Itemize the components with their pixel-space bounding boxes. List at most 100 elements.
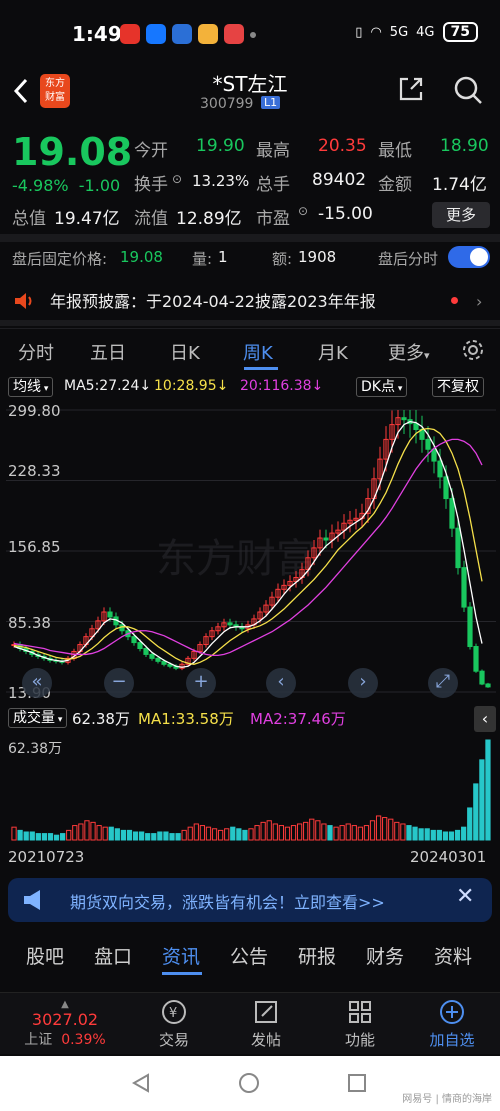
candle-body [323, 537, 329, 541]
tab-order-book[interactable]: 盘口 [94, 942, 132, 969]
index-ticker[interactable]: ▲ 3027.02 上证 0.39% [20, 999, 110, 1049]
share-icon[interactable] [396, 74, 426, 104]
candle-body [155, 657, 161, 662]
candlestick-chart[interactable]: 东方财富 [6, 402, 496, 698]
high-label: 最高 [256, 141, 290, 161]
y-tick-label: 85.38 [8, 614, 51, 632]
zoom-in-button[interactable]: + [186, 668, 216, 698]
nav-recents-icon[interactable] [346, 1072, 368, 1094]
amount-value: 1.74亿 [432, 175, 487, 195]
tab-announcements[interactable]: 公告 [230, 942, 268, 969]
float-cap-value: 12.89亿 [176, 209, 242, 229]
volume-bar [126, 829, 133, 841]
volume-bar [418, 828, 424, 841]
candle-body [425, 438, 431, 450]
volume-bar [211, 828, 218, 841]
divider [0, 234, 500, 242]
volume-bar [102, 826, 108, 841]
volume-bar [132, 831, 139, 841]
level-badge[interactable]: L1 [261, 96, 281, 109]
volume-bar [60, 833, 66, 841]
announcement-bar[interactable]: 年报预披露：于2024-04-22披露2023年年报 › [0, 282, 500, 318]
tab-intraday[interactable]: 分时 [18, 339, 54, 365]
status-bar: 1:49 ▯ ◠ 5G 4G 75 [0, 0, 500, 66]
dk-point-button[interactable]: DK点 ▾ [356, 377, 408, 397]
search-icon[interactable] [452, 74, 484, 106]
volume-bar [35, 833, 41, 841]
divider [0, 320, 500, 326]
active-tab-indicator [244, 367, 278, 370]
volume-bar [424, 828, 430, 841]
volume-bar [272, 823, 278, 841]
volume-bar [363, 825, 370, 841]
svg-text:¥: ¥ [169, 1006, 177, 1021]
info-icon[interactable]: ⊙ [172, 172, 182, 186]
change-amount: -1.00 [78, 176, 121, 195]
after-hours-price-label: 盘后固定价格: [12, 250, 108, 268]
after-hours-price: 19.08 [120, 248, 163, 266]
collapse-panel-button[interactable]: ‹ [474, 706, 496, 732]
tab-research[interactable]: 研报 [298, 942, 336, 969]
mkt-cap-value: 19.47亿 [54, 209, 120, 229]
scroll-left-button[interactable]: ‹ [266, 668, 296, 698]
volume-bar [108, 826, 114, 841]
tab-financials[interactable]: 财务 [366, 942, 404, 969]
nav-back-icon[interactable] [130, 1072, 152, 1094]
tab-weekly-k[interactable]: 周K [243, 339, 273, 365]
app-icon [172, 24, 192, 44]
zoom-out-button[interactable]: − [104, 668, 134, 698]
volume-chart[interactable] [6, 734, 496, 842]
close-icon[interactable]: ✕ [456, 884, 474, 909]
float-cap-label: 流值 [134, 209, 168, 229]
tab-profile[interactable]: 资料 [434, 942, 472, 969]
fullscreen-icon[interactable]: ⤢ [428, 668, 458, 698]
mkt-cap-label: 总值 [12, 209, 46, 229]
adjust-button[interactable]: 不复权 [432, 377, 484, 397]
add-watchlist-button[interactable]: 加自选 [422, 999, 482, 1050]
nav-home-icon[interactable] [238, 1072, 260, 1094]
indicator-selector[interactable]: 均线 ▾ [8, 377, 54, 397]
gear-icon[interactable] [460, 337, 486, 363]
after-hours-toggle[interactable] [448, 246, 490, 268]
chevron-right-icon: › [476, 292, 483, 311]
tab-news[interactable]: 资讯 [162, 942, 200, 969]
dynamic-info-icon[interactable]: ⊙ [298, 204, 308, 218]
volume-bar [345, 823, 351, 841]
tab-more[interactable]: 更多▾ [388, 339, 430, 365]
app-icon [224, 24, 244, 44]
scroll-right-button[interactable]: › [348, 668, 378, 698]
more-quote-button[interactable]: 更多 [432, 202, 490, 228]
volume-bar [406, 825, 412, 841]
functions-button[interactable]: 功能 [330, 999, 390, 1050]
trade-button[interactable]: ¥ 交易 [144, 999, 204, 1050]
turnover-label: 换手 [134, 175, 168, 195]
tab-monthly-k[interactable]: 月K [318, 339, 348, 365]
volume-indicator-selector[interactable]: 成交量 ▾ [8, 708, 68, 728]
volume-bar [479, 759, 485, 841]
tab-five-day[interactable]: 五日 [90, 339, 126, 365]
status-right: ▯ ◠ 5G 4G 75 [355, 22, 478, 42]
promo-banner[interactable]: 期货双向交易，涨跌皆有机会！立即查看>> ✕ [8, 878, 492, 922]
zoom-out-fast-button[interactable]: « [22, 668, 52, 698]
volume-bar [175, 833, 181, 841]
volume-bar [388, 818, 394, 841]
volume-bar [151, 833, 157, 841]
volume-bar [339, 825, 345, 841]
candle-body [227, 622, 233, 626]
tab-daily-k[interactable]: 日K [170, 339, 200, 365]
after-hours-qty-label: 量: [192, 250, 213, 268]
post-button[interactable]: 发帖 [236, 999, 296, 1050]
volume-bar [114, 828, 120, 841]
price-change: -4.98% -1.00 [12, 176, 120, 195]
volume-value: 62.38万 [72, 710, 130, 728]
unread-dot [451, 297, 458, 304]
volume-bar [17, 829, 23, 841]
tab-forum[interactable]: 股吧 [26, 942, 64, 969]
volume-bar [461, 826, 467, 841]
megaphone-icon [24, 890, 40, 910]
grid-icon [349, 1001, 371, 1023]
volume-bar [157, 831, 163, 841]
candle-body [455, 527, 461, 569]
volume-bar [224, 828, 230, 841]
dk-label: DK点 [361, 379, 395, 395]
